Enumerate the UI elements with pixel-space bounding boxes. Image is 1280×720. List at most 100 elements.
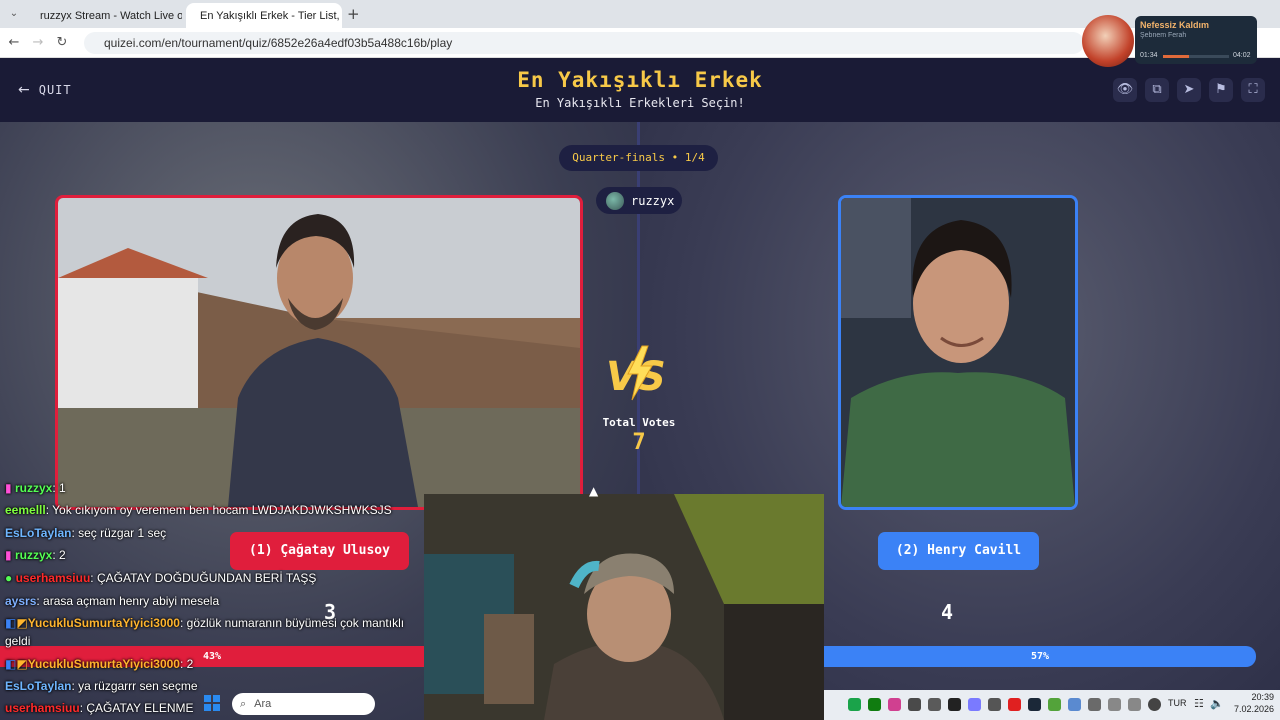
now-playing-avatar [1082,15,1134,67]
tab-label: En Yakışıklı Erkek - Tier List, Blin [200,9,342,22]
app-icon[interactable] [1108,698,1121,711]
now-playing-total: 04:02 [1233,52,1251,59]
chat-message: eemelll: Yok cıkıyom oy veremem ben hoca… [5,503,392,517]
contestant-right-photo [841,198,1075,507]
flag-icon[interactable]: ⚑ [1209,78,1233,102]
new-tab-button[interactable]: + [347,5,360,23]
chat-user: YucukluSumurtaYiyici3000 [27,657,180,671]
chat-text: : ÇAĞATAY ELENME [79,701,194,715]
microphone-icon[interactable] [1148,698,1161,711]
taskbar-date[interactable]: 7.02.2026 [1224,704,1274,714]
chat-message: userhamsiuu: ÇAĞATAY ELENME [5,701,194,715]
tray-icon[interactable] [1128,698,1141,711]
chat-user: EsLoTaylan [5,526,72,540]
chat-user: ruzzyx [14,548,53,562]
chat-user: EsLoTaylan [5,679,72,693]
webcam-overlay [424,494,824,720]
copy-icon[interactable]: ⧉ [1145,78,1169,102]
chat-message: EsLoTaylan: seç rüzgar 1 seç [5,526,166,540]
search-placeholder: Ara [254,698,272,710]
chat-text: : ya rüzgarrr sen seçme [71,679,198,693]
contestant-right-image[interactable] [838,195,1078,510]
round-badge: Quarter-finals • 1/4 [559,145,718,171]
taskbar-time[interactable]: 20:39 [1244,692,1274,702]
fullscreen-icon[interactable]: ⛶ [1241,78,1265,102]
chat-text: : 1 [52,481,66,495]
chat-message: ◧◩YucukluSumurtaYiyici3000: 2 [5,657,194,671]
page-subtitle: En Yakışıklı Erkekleri Seçin! [535,96,745,110]
avatar [606,191,624,210]
webcam-feed [424,494,824,720]
app-icon[interactable] [888,698,901,711]
chat-user: ruzzyx [14,481,53,495]
chat-user: YucukluSumurtaYiyici3000 [27,616,180,630]
app-icon[interactable] [1088,698,1101,711]
language-indicator[interactable]: TUR [1168,698,1187,708]
contestant-right-votes: 4 [940,600,954,624]
contestant-left-photo [58,198,580,507]
tab-label: ruzzyx Stream - Watch Live on K [40,9,182,22]
xbox-icon[interactable] [868,698,881,711]
app-icon[interactable] [1008,698,1021,711]
chat-message: ▮ ruzzyx: 2 [5,548,66,562]
chat-message: ▮ ruzzyx: 1 [5,481,66,495]
app-icon[interactable] [1048,698,1061,711]
app-icon[interactable] [988,698,1001,711]
chat-message: ◧◩YucukluSumurtaYiyici3000: gözlük numar… [5,616,405,630]
now-playing-artist: Şebnem Ferah [1140,32,1187,39]
app-icon[interactable] [1068,698,1081,711]
total-votes-count: 7 [632,430,646,455]
back-icon[interactable]: ← [6,35,22,51]
now-playing-song: Nefessiz Kaldım [1140,20,1210,30]
username: ruzzyx [631,193,675,208]
chat-user: userhamsiuu [15,571,91,585]
now-playing-elapsed: 01:34 [1140,52,1158,59]
url-text: quizei.com/en/tournament/quiz/6852e26a4e… [104,36,453,50]
chat-text: : Yok cıkıyom oy veremem ben hocam LWDJA… [45,503,392,517]
chat-message: ● userhamsiuu: ÇAĞATAY DOĞDUĞUNDAN BERİ … [5,571,317,585]
tab-search-icon[interactable]: ⌄ [6,6,22,22]
steam-icon[interactable] [1028,698,1041,711]
chat-text: : seç rüzgar 1 seç [71,526,167,540]
total-votes-label: Total Votes [602,416,676,429]
windows-taskbar: TUR ☷ 🔈 20:39 7.02.2026 [824,690,1280,720]
spotify-icon[interactable] [848,698,861,711]
windows-start-icon[interactable] [204,695,220,711]
url-field[interactable]: quizei.com/en/tournament/quiz/6852e26a4e… [84,32,1084,54]
wifi-icon[interactable]: ☷ [1194,697,1204,710]
now-playing-progress [1163,55,1189,58]
now-playing-track [1163,55,1229,58]
contestant-right-percent-bar: 57% [824,646,1256,667]
chat-text: geldi [5,634,31,648]
reload-icon[interactable]: ↻ [54,35,70,51]
forward-icon[interactable]: → [30,35,46,51]
left-percent-label: 43% [202,651,222,662]
chat-message: EsLoTaylan: ya rüzgarrr sen seçme [5,679,198,693]
chat-user: eemelll [5,503,46,517]
chat-text: : gözlük numaranın büyümesi çok mantıklı [179,616,405,630]
chat-text: : arasa açmam henry abiyi mesela [36,594,220,608]
search-icon: ⌕ [240,697,247,710]
now-playing-widget: Nefessiz Kaldım Şebnem Ferah 01:34 04:02 [1135,16,1257,64]
right-percent-label: 57% [1030,651,1050,662]
chat-user: aysrs [5,594,37,608]
chat-message: aysrs: arasa açmam henry abiyi mesela [5,594,219,608]
tab-kick-stream[interactable]: ruzzyx Stream - Watch Live on K ✕ [26,3,182,28]
discord-icon[interactable] [968,698,981,711]
send-icon[interactable]: ➤ [1177,78,1201,102]
chat-text: : 2 [52,548,66,562]
volume-icon[interactable]: 🔈 [1210,697,1224,710]
page-title: En Yakışıklı Erkek [517,68,763,92]
tiktok-icon[interactable] [948,698,961,711]
taskbar-search-input[interactable]: ⌕ Ara [232,693,375,715]
chat-text: : ÇAĞATAY DOĞDUĞUNDAN BERİ TAŞŞ [90,571,317,585]
mouse-cursor-icon: ▲ [589,484,599,498]
contestant-left-name-button[interactable]: (1) Çağatay Ulusoy [230,532,409,570]
vs-icon: VS [606,345,666,401]
contestant-right-name-button[interactable]: (2) Henry Cavill [878,532,1039,570]
app-icon[interactable] [928,698,941,711]
eye-icon[interactable]: 👁 [1113,78,1137,102]
tab-quizei[interactable]: En Yakışıklı Erkek - Tier List, Blin ✕ [186,3,342,28]
settings-icon[interactable] [908,698,921,711]
contestant-left-image[interactable] [55,195,583,510]
